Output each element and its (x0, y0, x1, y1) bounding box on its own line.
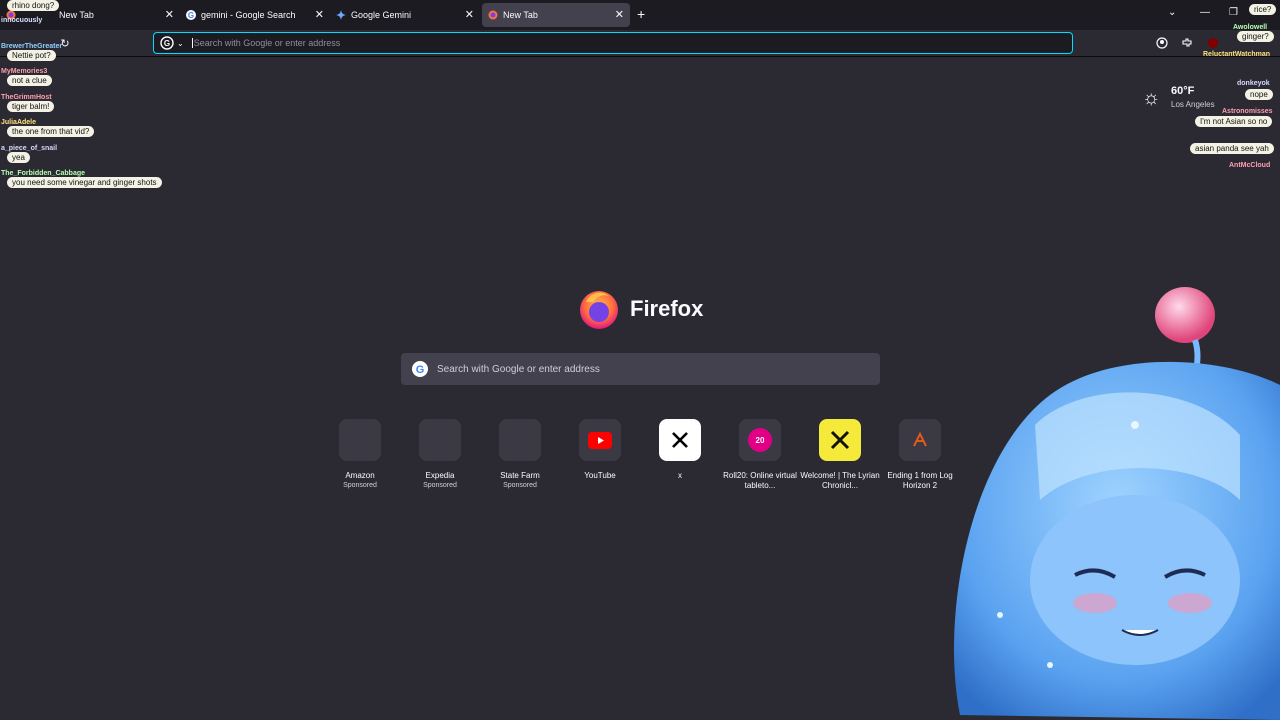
chat-message: ginger? (1237, 31, 1274, 42)
top-site-label: Amazon (345, 471, 375, 480)
blank-tile (339, 419, 381, 461)
google-icon: G (186, 10, 196, 20)
tab-google-gemini[interactable]: Google Gemini ✕ (330, 3, 480, 27)
tab-title: New Tab (503, 10, 538, 20)
vtuber-avatar (954, 287, 1280, 720)
account-icon[interactable] (1155, 36, 1169, 50)
weather-city: Los Angeles (1171, 100, 1215, 109)
top-site-youtube[interactable]: YouTube (560, 419, 640, 481)
close-tab-icon[interactable]: ✕ (465, 8, 474, 21)
chat-message: yea (7, 152, 30, 163)
chat-username: MyMemories3 (1, 68, 48, 75)
blank-tile (499, 419, 541, 461)
search-placeholder: Search with Google or enter address (437, 363, 600, 375)
new-tab-button[interactable]: + (637, 6, 645, 22)
restore-icon[interactable]: ❐ (1229, 7, 1238, 18)
firefox-logo: Firefox (578, 288, 703, 330)
ublock-icon[interactable] (1206, 36, 1220, 50)
google-icon: G (412, 361, 428, 377)
chat-message: Nettie pot? (7, 50, 56, 61)
gemini-icon (336, 10, 346, 20)
chat-message: I'm not Asian so no (1195, 116, 1273, 127)
top-site-amazon[interactable]: Amazon Sponsored (320, 419, 400, 490)
chat-message: tiger balm! (7, 101, 55, 112)
nav-bar: ↻ G ⌄ Search with Google or enter addres… (0, 30, 1280, 57)
brand-name: Firefox (630, 296, 704, 321)
chat-message: the one from that vid? (7, 126, 95, 137)
url-bar[interactable]: G ⌄ Search with Google or enter address (153, 32, 1073, 54)
chat-message: nope (1245, 89, 1273, 100)
loghorizon-icon (899, 419, 941, 461)
chat-message: you need some vinegar and ginger shots (7, 177, 162, 188)
newtab-search-box[interactable]: G Search with Google or enter address (401, 353, 880, 385)
chat-username: AntMcCloud (1229, 162, 1271, 169)
svg-text:G: G (416, 364, 425, 376)
sun-icon: ☼ (1142, 87, 1161, 109)
minimize-icon[interactable]: — (1200, 7, 1210, 18)
top-site-roll20[interactable]: 20 Roll20: Online virtual tableto... (720, 419, 800, 491)
close-tab-icon[interactable]: ✕ (315, 8, 324, 21)
tab-gemini-search[interactable]: G gemini - Google Search ✕ (180, 3, 330, 27)
svg-text:G: G (188, 11, 194, 20)
tab-title: New Tab (59, 10, 94, 20)
svg-text:G: G (164, 39, 170, 48)
google-icon: G (160, 36, 174, 50)
chat-username: Awolowell (1233, 24, 1268, 31)
chevron-down-icon[interactable]: ⌄ (177, 39, 184, 48)
chat-username: JuliaAdele (1, 119, 37, 126)
sponsored-label: Sponsored (503, 482, 537, 489)
lyrian-icon (819, 419, 861, 461)
url-input[interactable]: Search with Google or enter address (191, 38, 340, 48)
chat-username: donkeyok (1237, 80, 1270, 87)
chat-message: not a clue (7, 75, 52, 86)
sponsored-label: Sponsored (423, 482, 457, 489)
close-tab-icon[interactable]: ✕ (165, 8, 174, 21)
top-site-label: State Farm (500, 471, 540, 480)
chat-username: TheGrimmHost (1, 94, 52, 101)
x-icon (659, 419, 701, 461)
chat-username: a_piece_of_snail (1, 145, 58, 152)
weather-temp: 60°F (1171, 85, 1195, 97)
firefox-icon (488, 10, 498, 20)
top-site-expedia[interactable]: Expedia Sponsored (400, 419, 480, 490)
top-site-label: YouTube (584, 471, 616, 480)
chat-username: BrewerTheGreater (1, 43, 63, 50)
blank-tile (419, 419, 461, 461)
top-site-label: x (678, 471, 682, 480)
top-site-statefarm[interactable]: State Farm Sponsored (480, 419, 560, 490)
sponsored-label: Sponsored (343, 482, 377, 489)
close-tab-icon[interactable]: ✕ (615, 8, 624, 21)
top-site-x[interactable]: x (640, 419, 720, 481)
chat-message: asian panda see yah (1190, 143, 1274, 154)
chat-username: innocuously (1, 17, 43, 24)
chat-message: rice? (1249, 4, 1277, 15)
extensions-icon[interactable] (1180, 36, 1194, 50)
firefox-icon (580, 291, 618, 329)
top-site-label: Roll20: Online virtual tableto... (723, 471, 797, 490)
youtube-icon (579, 419, 621, 461)
tab-new-tab-active[interactable]: New Tab ✕ (482, 3, 630, 27)
roll20-icon: 20 (739, 419, 781, 461)
svg-text:20: 20 (756, 436, 765, 445)
top-site-label: Welcome! | The Lyrian Chronicl... (800, 471, 880, 490)
chat-username: The_Forbidden_Cabbage (1, 170, 86, 177)
list-all-tabs-icon[interactable]: ⌄ (1168, 7, 1176, 18)
tab-title: gemini - Google Search (201, 10, 296, 20)
chat-username: Astronomisses (1222, 108, 1273, 115)
browser-window: { "tabs": [ {"title": "New Tab"}, {"titl… (0, 0, 1280, 720)
chat-message: rhino dong? (7, 0, 60, 11)
chat-username: ReluctantWatchman (1203, 51, 1271, 58)
tab-title: Google Gemini (351, 10, 412, 20)
tab-strip: New Tab ✕ G gemini - Google Search ✕ Goo… (0, 0, 1280, 30)
top-site-label: Expedia (425, 471, 455, 480)
top-site-lyrian[interactable]: Welcome! | The Lyrian Chronicl... (800, 419, 880, 491)
